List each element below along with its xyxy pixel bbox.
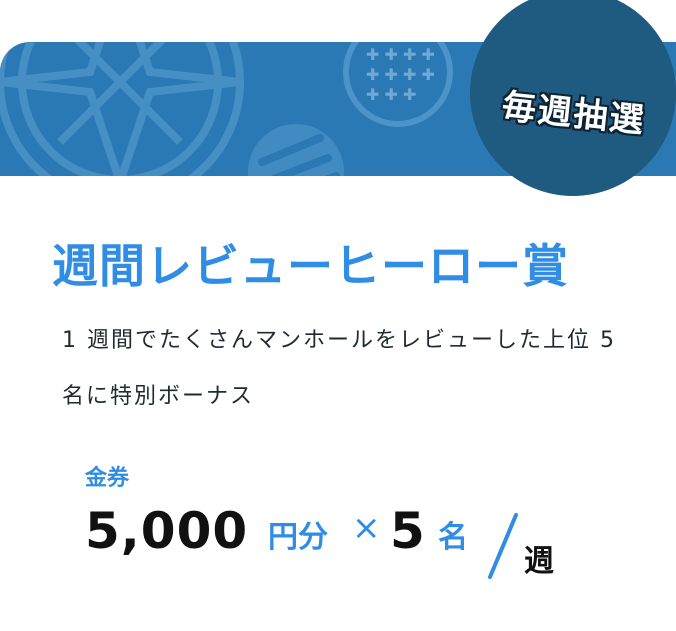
award-title: 週間レビューヒーロー賞 (52, 239, 569, 293)
svg-text:✚ ✚ ✚ ✚: ✚ ✚ ✚ ✚ (366, 65, 435, 84)
prize-unit: 円分 (268, 520, 328, 555)
winner-count: 5 (390, 502, 425, 560)
svg-text:✚ ✚ ✚: ✚ ✚ ✚ (366, 85, 416, 104)
winner-count-unit: 名 (438, 520, 468, 555)
times-sign: × (352, 508, 381, 548)
prize-amount: 5,000 (85, 502, 249, 560)
award-description: 1 週間でたくさんマンホールをレビューした上位 5 名に特別ボーナス (62, 328, 616, 409)
svg-text:✚ ✚ ✚ ✚: ✚ ✚ ✚ ✚ (366, 45, 435, 64)
per-week: 週 (524, 544, 554, 579)
prize-label: 金券 (85, 466, 130, 491)
